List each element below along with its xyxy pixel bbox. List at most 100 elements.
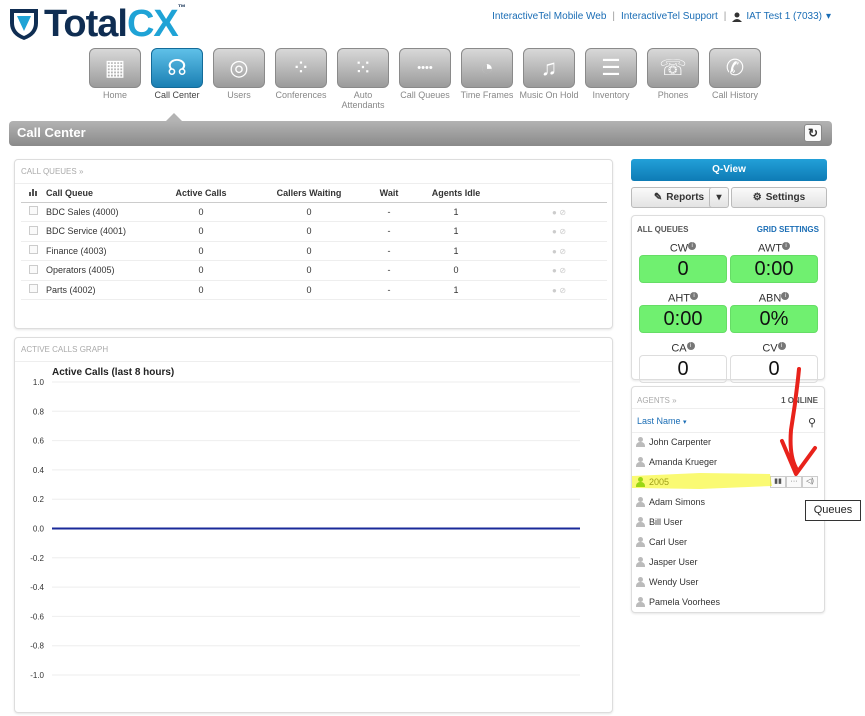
music-icon[interactable]: ♫: [523, 48, 575, 88]
agent-icon[interactable]: ●: [552, 227, 557, 236]
stats-icon[interactable]: ▮▮: [770, 476, 786, 488]
table-row[interactable]: Finance (4003) 0 0-1 ● ⊘: [21, 241, 607, 261]
row-checkbox[interactable]: [28, 206, 38, 216]
clock-icon[interactable]: ◔: [461, 48, 513, 88]
active-calls[interactable]: 0: [161, 221, 241, 242]
disabled-icon[interactable]: ⊘: [559, 266, 566, 275]
agent-row[interactable]: Wendy User: [632, 572, 824, 592]
agents-idle[interactable]: 1: [401, 241, 511, 261]
nav-item-call-center[interactable]: ☊ Call Center: [146, 48, 208, 110]
refresh-button[interactable]: ↻: [804, 124, 822, 142]
speaker-icon[interactable]: ◁): [802, 476, 818, 488]
nav-item-call-history[interactable]: ✆ Call History: [704, 48, 766, 110]
settings-button[interactable]: ⚙ Settings: [731, 187, 827, 208]
search-icon[interactable]: ⚲: [808, 416, 816, 429]
y-tick-label: -0.6: [30, 612, 44, 621]
keypad-icon[interactable]: ⁙: [337, 48, 389, 88]
nav-item-call-queues[interactable]: •••• Call Queues: [394, 48, 456, 110]
callers-waiting[interactable]: 0: [241, 221, 377, 242]
table-row[interactable]: BDC Sales (4000) 0 0-1 ● ⊘: [21, 202, 607, 222]
table-row[interactable]: Operators (4005) 0 0-0 ● ⊘: [21, 260, 607, 281]
disabled-icon[interactable]: ⊘: [559, 208, 566, 217]
agent-row[interactable]: 2005 ▮▮ ··· ◁): [632, 472, 824, 492]
col-active-calls[interactable]: Active Calls: [161, 184, 241, 203]
nav-item-auto-attendants[interactable]: ⁙ Auto Attendants: [332, 48, 394, 110]
active-calls[interactable]: 0: [161, 260, 241, 281]
col-callers-waiting[interactable]: Callers Waiting: [241, 184, 377, 203]
agent-row[interactable]: Jasper User: [632, 552, 824, 572]
sort-dropdown[interactable]: Last Name ▾: [637, 416, 687, 426]
agents-idle[interactable]: 1: [401, 280, 511, 300]
y-tick-label: 1.0: [33, 378, 45, 387]
info-icon[interactable]: i: [781, 292, 790, 300]
support-link[interactable]: InteractiveTel Support: [621, 11, 718, 22]
mobile-web-link[interactable]: InteractiveTel Mobile Web: [492, 11, 606, 22]
active-calls[interactable]: 0: [161, 241, 241, 261]
row-checkbox[interactable]: [28, 264, 38, 274]
disabled-icon[interactable]: ⊘: [559, 227, 566, 236]
row-actions: ● ⊘: [511, 260, 607, 281]
agent-icon[interactable]: ●: [552, 247, 557, 256]
table-row[interactable]: BDC Service (4001) 0 0-1 ● ⊘: [21, 221, 607, 242]
user-menu[interactable]: IAT Test 1 (7033) ▾: [732, 11, 831, 22]
info-icon[interactable]: i: [782, 242, 791, 250]
agents-panel: AGENTS » 1 ONLINE Last Name ▾ ⚲ John Car…: [631, 386, 825, 613]
info-icon[interactable]: i: [686, 342, 695, 350]
nav-item-home[interactable]: ▦ Home: [84, 48, 146, 110]
callers-waiting[interactable]: 0: [241, 260, 377, 281]
agent-icon[interactable]: ●: [552, 266, 557, 275]
disabled-icon[interactable]: ⊘: [559, 286, 566, 295]
table-row[interactable]: Parts (4002) 0 0-1 ● ⊘: [21, 280, 607, 300]
call-queues-heading[interactable]: CALL QUEUES »: [15, 160, 612, 184]
callers-waiting[interactable]: 0: [241, 280, 377, 300]
phone-icon[interactable]: ☏: [647, 48, 699, 88]
agent-icon[interactable]: ●: [552, 208, 557, 217]
reports-dropdown-button[interactable]: ▾: [709, 187, 729, 208]
nav-item-phones[interactable]: ☏ Phones: [642, 48, 704, 110]
call-history-icon[interactable]: ✆: [709, 48, 761, 88]
agent-row[interactable]: Pamela Voorhees: [632, 592, 824, 612]
user-icon: [636, 477, 645, 487]
col-agents-idle[interactable]: Agents Idle: [401, 184, 511, 203]
col-call-queue[interactable]: Call Queue: [45, 184, 161, 203]
agent-row[interactable]: Adam Simons: [632, 492, 824, 512]
nav-item-conferences[interactable]: ⁘ Conferences: [270, 48, 332, 110]
agent-icon[interactable]: ●: [552, 286, 557, 295]
active-calls[interactable]: 0: [161, 202, 241, 222]
headset-icon[interactable]: ☊: [151, 48, 203, 88]
agents-idle[interactable]: 1: [401, 221, 511, 242]
info-icon[interactable]: i: [777, 342, 786, 350]
row-checkbox[interactable]: [28, 245, 38, 255]
building-icon[interactable]: ▦: [89, 48, 141, 88]
agent-row[interactable]: Bill User: [632, 512, 824, 532]
callers-waiting[interactable]: 0: [241, 202, 377, 222]
info-icon[interactable]: i: [690, 292, 698, 300]
agents-idle[interactable]: 1: [401, 202, 511, 222]
queues-icon[interactable]: ···: [786, 476, 802, 488]
agent-row[interactable]: John Carpenter: [632, 432, 824, 452]
conference-icon[interactable]: ⁘: [275, 48, 327, 88]
agents-heading[interactable]: AGENTS »: [637, 396, 677, 405]
queue-icon[interactable]: ••••: [399, 48, 451, 88]
bar-chart-icon[interactable]: [21, 184, 45, 203]
nav-item-users[interactable]: ◎ Users: [208, 48, 270, 110]
nav-item-time-frames[interactable]: ◔ Time Frames: [456, 48, 518, 110]
list-icon[interactable]: ☰: [585, 48, 637, 88]
disabled-icon[interactable]: ⊘: [559, 247, 566, 256]
active-calls[interactable]: 0: [161, 280, 241, 300]
logo[interactable]: TotalCX™: [8, 3, 186, 45]
qview-button[interactable]: Q-View: [631, 159, 827, 181]
agent-row[interactable]: Amanda Krueger: [632, 452, 824, 472]
nav-item-music-on-hold[interactable]: ♫ Music On Hold: [518, 48, 580, 110]
agents-idle[interactable]: 0: [401, 260, 511, 281]
grid-settings-link[interactable]: GRID SETTINGS: [757, 225, 819, 234]
row-checkbox[interactable]: [28, 225, 38, 235]
callers-waiting[interactable]: 0: [241, 241, 377, 261]
col-wait[interactable]: Wait: [377, 184, 401, 203]
agent-row[interactable]: Carl User: [632, 532, 824, 552]
queues-tooltip: Queues: [805, 500, 861, 521]
info-icon[interactable]: i: [688, 242, 697, 250]
nav-item-inventory[interactable]: ☰ Inventory: [580, 48, 642, 110]
row-checkbox[interactable]: [28, 284, 38, 294]
users-icon[interactable]: ◎: [213, 48, 265, 88]
